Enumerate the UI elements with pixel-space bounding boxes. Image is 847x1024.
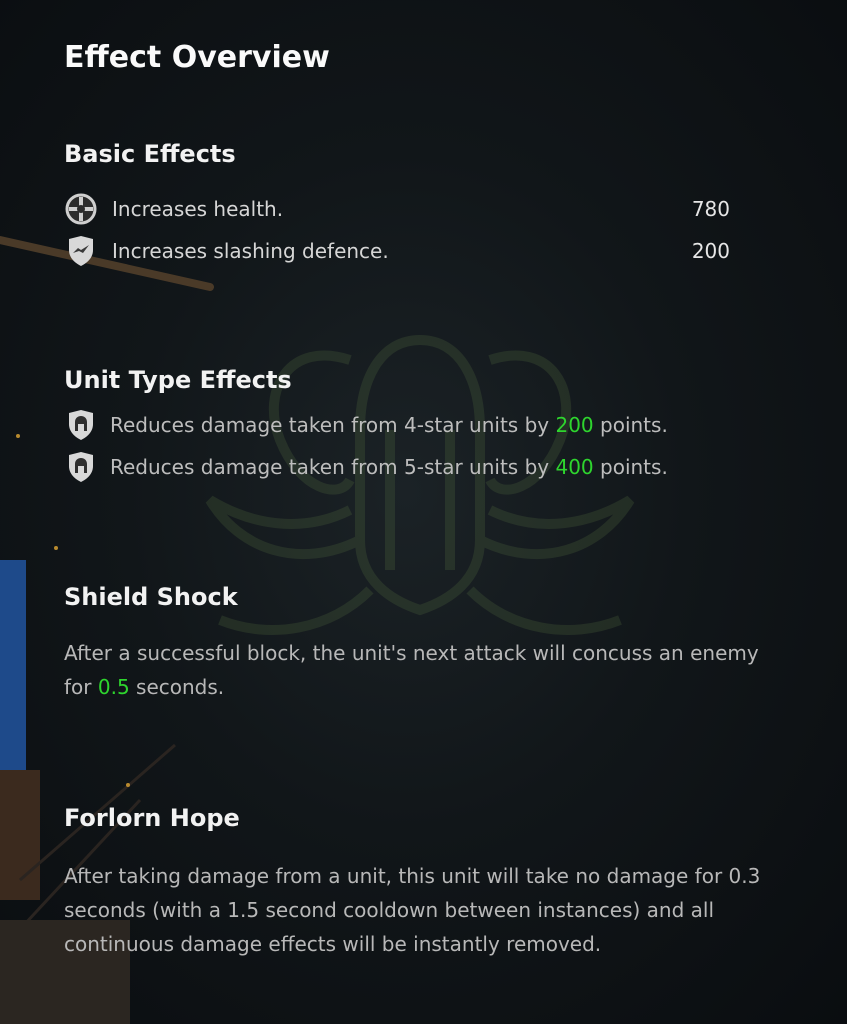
helmet-shield-icon — [64, 450, 98, 484]
basic-effect-label: Increases slashing defence. — [112, 239, 389, 263]
page-title: Effect Overview — [64, 40, 330, 75]
basic-effect-slashing-defence: Increases slashing defence. 200 — [64, 234, 730, 268]
highlight-value: 200 — [555, 413, 594, 437]
unit-type-effects-heading: Unit Type Effects — [64, 366, 292, 394]
highlight-value: 400 — [555, 455, 594, 479]
forlorn-hope-description: After taking damage from a unit, this un… — [64, 864, 761, 956]
basic-effect-label: Increases health. — [112, 197, 284, 221]
forlorn-hope-heading: Forlorn Hope — [64, 804, 240, 832]
basic-effect-health: Increases health. 780 — [64, 192, 730, 226]
highlight-value: 0.5 — [97, 675, 130, 699]
unit-type-effect-text: Reduces damage taken from 5-star units b… — [110, 455, 668, 479]
slashing-defence-shield-icon — [64, 234, 98, 268]
unit-type-effect-5-star: Reduces damage taken from 5-star units b… — [64, 450, 730, 484]
helmet-shield-icon — [64, 408, 98, 442]
basic-effect-value: 200 — [691, 239, 730, 263]
shield-shock-heading: Shield Shock — [64, 583, 238, 611]
health-crosshair-icon — [64, 192, 98, 226]
unit-type-effect-text: Reduces damage taken from 4-star units b… — [110, 413, 668, 437]
unit-type-effect-4-star: Reduces damage taken from 4-star units b… — [64, 408, 730, 442]
basic-effects-heading: Basic Effects — [64, 140, 236, 168]
shield-shock-description: After a successful block, the unit's nex… — [64, 641, 759, 699]
basic-effect-value: 780 — [691, 197, 730, 221]
